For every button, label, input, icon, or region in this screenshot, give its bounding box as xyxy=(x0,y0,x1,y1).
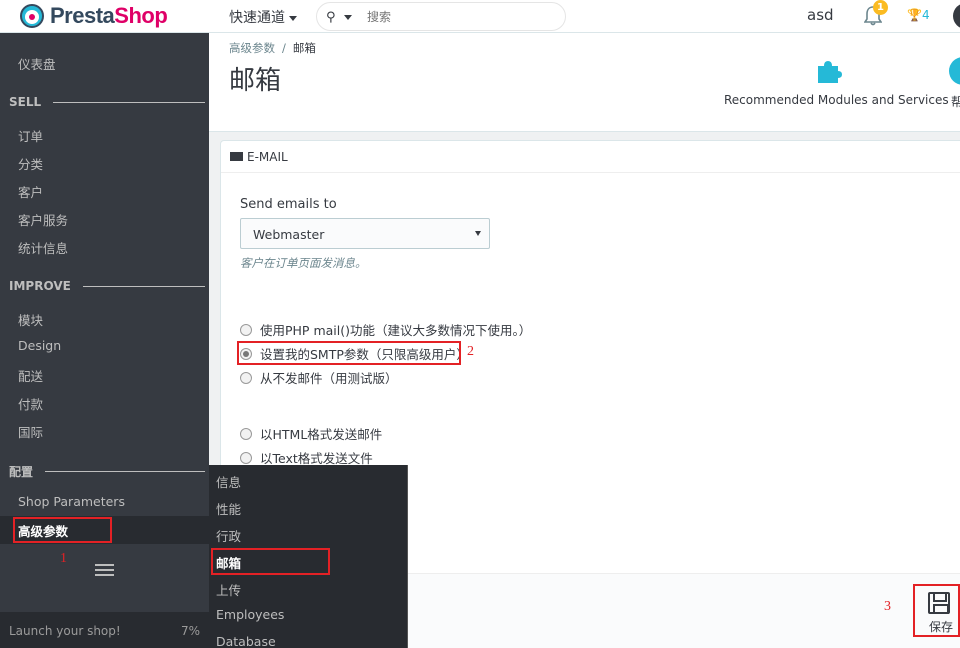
logo-text-part1: Presta xyxy=(50,3,115,28)
sidebar-item-shop-parameters[interactable]: Shop Parameters xyxy=(18,494,125,509)
submenu-item-database[interactable]: Database xyxy=(216,634,276,648)
radio-button[interactable] xyxy=(240,323,252,336)
sidebar-item-customer-service[interactable]: 客户服务 xyxy=(18,210,68,229)
annotation-box-submenu xyxy=(211,548,330,575)
sidebar-item-design[interactable]: Design xyxy=(18,338,61,353)
sidebar-item-orders[interactable]: 订单 xyxy=(18,126,43,145)
sidebar-item-stats[interactable]: 统计信息 xyxy=(18,238,68,257)
send-emails-value: Webmaster xyxy=(253,227,325,242)
avatar[interactable] xyxy=(953,3,960,29)
trophy-badge[interactable]: 🏆4 xyxy=(907,8,930,22)
radio-php-mail[interactable]: 使用PHP mail()功能（建议大多数情况下使用。） xyxy=(240,320,531,339)
sidebar-item-customers[interactable]: 客户 xyxy=(18,182,43,201)
radio-never-send[interactable]: 从不发邮件（用测试版） xyxy=(240,368,398,387)
page-title: 邮箱 xyxy=(229,66,282,96)
radio-button[interactable] xyxy=(240,371,252,384)
launch-shop-bar[interactable]: Launch your shop! 7% xyxy=(0,612,209,648)
search-type-chevron-icon[interactable] xyxy=(344,15,352,20)
sidebar-item-shipping[interactable]: 配送 xyxy=(18,366,43,385)
submenu-item-performance[interactable]: 性能 xyxy=(216,499,241,518)
sidebar: 仪表盘 SELL 订单 分类 客户 客户服务 统计信息 IMPROVE 模块 D… xyxy=(0,33,209,648)
search-icon[interactable]: ⚲ xyxy=(326,10,336,25)
prestashop-logo-icon xyxy=(20,4,44,28)
recommended-modules-link[interactable]: Recommended Modules and Services xyxy=(724,93,949,107)
user-name[interactable]: asd xyxy=(807,6,834,24)
submenu-item-employees[interactable]: Employees xyxy=(216,607,284,622)
annotation-box-3 xyxy=(913,584,960,637)
divider xyxy=(45,471,205,472)
search-input[interactable] xyxy=(367,10,547,24)
collapse-menu-icon[interactable] xyxy=(95,564,114,579)
notification-badge: 1 xyxy=(873,0,888,15)
breadcrumb-parent[interactable]: 高级参数 xyxy=(229,41,275,55)
submenu-item-upload[interactable]: 上传 xyxy=(216,580,241,599)
puzzle-icon[interactable] xyxy=(814,57,842,83)
sidebar-item-modules[interactable]: 模块 xyxy=(18,310,43,329)
submenu-item-information[interactable]: 信息 xyxy=(216,472,241,491)
annotation-box-2 xyxy=(237,341,461,365)
divider xyxy=(82,285,205,287)
help-icon[interactable] xyxy=(949,57,960,85)
sidebar-item-payment[interactable]: 付款 xyxy=(18,394,43,413)
radio-html-format[interactable]: 以HTML格式发送邮件 xyxy=(240,424,382,443)
chevron-down-icon xyxy=(289,15,297,21)
quick-access-dropdown[interactable]: 快速通道 xyxy=(229,7,297,27)
panel-title: E-MAIL xyxy=(247,150,288,164)
top-header: PrestaShop 快速通道 ⚲ asd 1 🏆4 xyxy=(0,0,960,33)
send-emails-select[interactable]: Webmaster xyxy=(240,218,490,249)
trophy-icon: 🏆 xyxy=(907,8,922,22)
radio-button[interactable] xyxy=(240,451,252,464)
send-emails-label: Send emails to xyxy=(240,197,337,212)
annotation-number-3: 3 xyxy=(884,599,891,614)
launch-shop-progress: 7% xyxy=(181,624,201,638)
sidebar-item-dashboard[interactable]: 仪表盘 xyxy=(18,54,56,73)
sidebar-section-improve: IMPROVE xyxy=(9,279,205,293)
prestashop-logo[interactable]: PrestaShop xyxy=(20,3,168,29)
sidebar-section-sell: SELL xyxy=(9,95,205,109)
logo-text-part2: Shop xyxy=(114,3,168,28)
send-emails-help: 客户在订单页面发消息。 xyxy=(240,256,367,270)
annotation-box-1 xyxy=(13,517,112,543)
sidebar-section-configure: 配置 xyxy=(9,463,205,480)
envelope-icon xyxy=(230,152,243,161)
help-link[interactable]: 帮 xyxy=(951,93,960,110)
breadcrumb-current: 邮箱 xyxy=(292,41,316,55)
radio-button[interactable] xyxy=(240,427,252,440)
chevron-down-icon xyxy=(475,231,481,236)
breadcrumb: 高级参数 / 邮箱 xyxy=(229,41,316,55)
annotation-number-1: 1 xyxy=(60,551,67,566)
submenu-item-administration[interactable]: 行政 xyxy=(216,526,241,545)
search-box[interactable]: ⚲ xyxy=(316,2,566,31)
sidebar-item-international[interactable]: 国际 xyxy=(18,422,43,441)
divider xyxy=(53,101,205,103)
launch-shop-label: Launch your shop! xyxy=(9,624,121,638)
sidebar-item-categories[interactable]: 分类 xyxy=(18,154,43,173)
annotation-number-2: 2 xyxy=(467,344,474,359)
page-header: 高级参数 / 邮箱 邮箱 Recommended Modules and Servi… xyxy=(209,33,960,132)
panel-header: E-MAIL xyxy=(221,141,960,173)
